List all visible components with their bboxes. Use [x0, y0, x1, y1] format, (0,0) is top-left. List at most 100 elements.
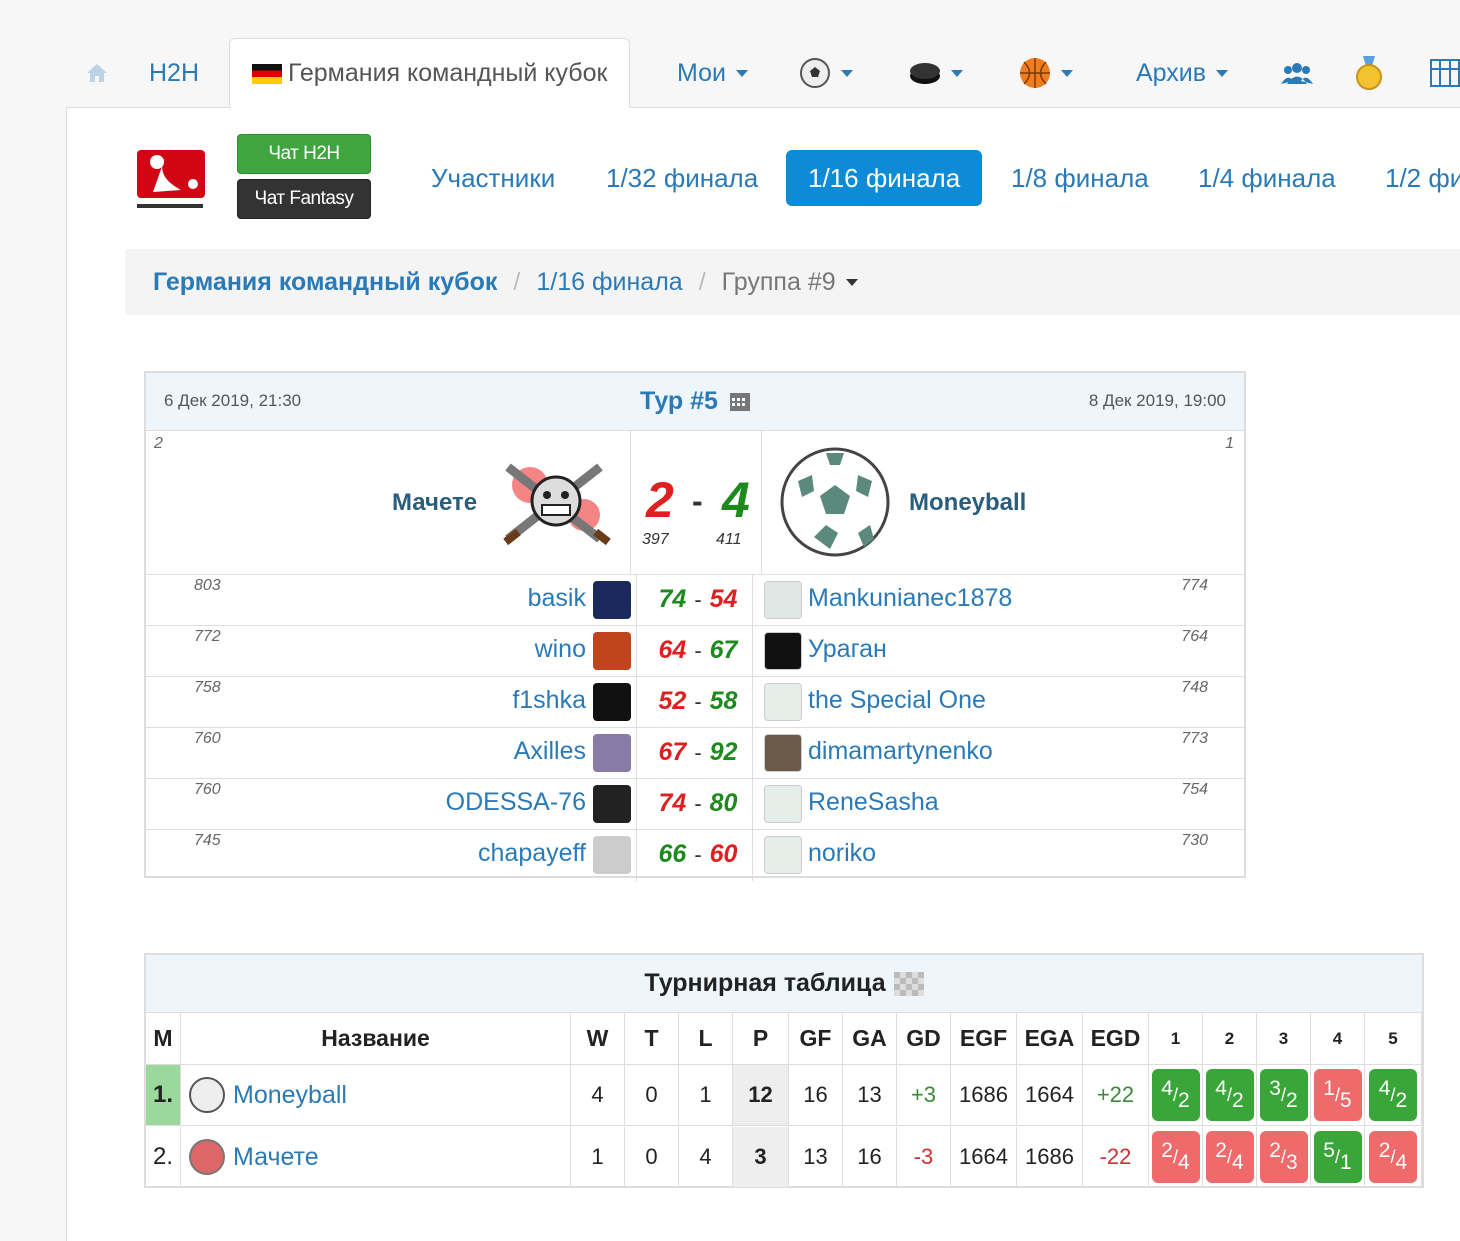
divider: [630, 431, 631, 574]
tab-round-8[interactable]: 1/8 финала: [1011, 150, 1149, 206]
player-right-avatar: [764, 785, 802, 823]
player-right-name[interactable]: Ураган: [808, 635, 887, 664]
tab-participants[interactable]: Участники: [431, 150, 555, 206]
player-right-name[interactable]: the Special One: [808, 686, 986, 715]
medal-icon[interactable]: [1356, 38, 1382, 108]
team-cell: Мачете: [181, 1127, 571, 1188]
divider: [752, 779, 753, 830]
soccer-ball-icon: [800, 58, 830, 88]
result-badge[interactable]: 3/2: [1259, 1069, 1308, 1121]
player-left-score: 52: [658, 687, 687, 715]
team-name-link[interactable]: Moneyball: [233, 1081, 347, 1110]
player-right-avatar: [764, 683, 802, 721]
match-header: 6 Дек 2019, 21:30 Тур #5 8 Дек 2019, 19:…: [146, 373, 1244, 431]
chat-h2h-button[interactable]: Чат H2H: [237, 134, 371, 174]
player-right-name[interactable]: Mankunianec1878: [808, 584, 1012, 613]
nav-moi[interactable]: Мои: [677, 38, 748, 108]
standings-cell-egf: 1664: [951, 1127, 1017, 1188]
matchup-score: 66-60: [646, 840, 750, 869]
result-badge[interactable]: 2/3: [1259, 1131, 1308, 1183]
group-dropdown[interactable]: Группа #9: [722, 268, 858, 297]
divider: [752, 677, 753, 728]
chevron-down-icon: [951, 69, 963, 77]
tab-semifinal[interactable]: 1/2 фи: [1385, 150, 1460, 206]
team-right-position: 1: [1225, 435, 1234, 452]
result-badge[interactable]: 5/1: [1313, 1131, 1362, 1183]
standings-cell-ga: 13: [843, 1065, 897, 1126]
chat-fantasy-button[interactable]: Чат Fantasy: [237, 179, 371, 219]
standings-cell-l: 1: [679, 1065, 733, 1126]
player-right-score: 60: [709, 840, 738, 868]
chevron-down-icon: [1216, 69, 1229, 77]
standings-cell-ga: 16: [843, 1127, 897, 1188]
player-left-name[interactable]: chapayeff: [478, 839, 586, 868]
player-left-name[interactable]: Axilles: [514, 737, 586, 766]
nav-archive[interactable]: Архив: [1136, 38, 1229, 108]
player-left-name[interactable]: wino: [535, 635, 586, 664]
result-cell: 1/5: [1311, 1065, 1365, 1126]
team-name-link[interactable]: Мачете: [233, 1143, 319, 1172]
player-right-name[interactable]: dimamartynenko: [808, 737, 993, 766]
machete-logo: [189, 1139, 225, 1175]
team-left-position: 2: [154, 435, 163, 452]
matchup-score: 52-58: [646, 687, 750, 716]
tour-label: Тур #5: [640, 387, 718, 415]
player-right-avatar: [764, 836, 802, 874]
tab-quarterfinal[interactable]: 1/4 финала: [1198, 150, 1336, 206]
result-badge[interactable]: 2/4: [1151, 1131, 1200, 1183]
matchup-row: 760 ODESSA-76 74-80 ReneSasha 754: [146, 778, 1244, 830]
result-badge[interactable]: 2/4: [1205, 1131, 1254, 1183]
player-left-score: 74: [658, 789, 687, 817]
bundesliga-logo: [135, 148, 209, 212]
tab-germany-cup[interactable]: Германия командный кубок: [229, 38, 631, 109]
match-card: 6 Дек 2019, 21:30 Тур #5 8 Дек 2019, 19:…: [144, 371, 1246, 881]
scoreboard-icon[interactable]: [1430, 38, 1460, 108]
result-badge[interactable]: 4/2: [1205, 1069, 1254, 1121]
player-right-name[interactable]: ReneSasha: [808, 788, 939, 817]
breadcrumb-cup[interactable]: Германия командный кубок: [153, 268, 497, 297]
player-left-avatar: [593, 734, 631, 772]
player-left-name[interactable]: ODESSA-76: [446, 788, 586, 817]
score-dash: -: [694, 791, 702, 816]
breadcrumb-stage[interactable]: 1/16 финала: [536, 268, 682, 297]
column-header: 1: [1149, 1013, 1203, 1065]
users-icon[interactable]: [1281, 38, 1313, 108]
player-left-rating: 760: [194, 730, 221, 747]
player-left-name[interactable]: f1shka: [512, 686, 586, 715]
column-header: T: [625, 1013, 679, 1065]
nav-hockey[interactable]: [909, 38, 963, 108]
tour-link[interactable]: Тур #5: [640, 387, 751, 416]
nav-soccer[interactable]: [799, 38, 853, 108]
matchup-score: 67-92: [646, 738, 750, 767]
tab-round-32[interactable]: 1/32 финала: [606, 150, 758, 206]
nav-h2h[interactable]: H2H: [149, 38, 199, 108]
result-badge[interactable]: 4/2: [1151, 1069, 1200, 1121]
column-header: 3: [1257, 1013, 1311, 1065]
player-left-score: 74: [658, 585, 687, 613]
standings-cell-t: 0: [625, 1065, 679, 1126]
player-right-name[interactable]: noriko: [808, 839, 876, 868]
player-left-name[interactable]: basik: [528, 584, 586, 613]
team-right-name[interactable]: Moneyball: [909, 489, 1026, 517]
score-dash: -: [694, 842, 702, 867]
standings-cell-egd: +22: [1083, 1065, 1149, 1126]
result-for: 1: [1323, 1077, 1335, 1100]
tab-round-16[interactable]: 1/16 финала: [786, 150, 983, 206]
standings-cell-ega: 1686: [1017, 1127, 1083, 1188]
result-cell: 2/4: [1203, 1127, 1257, 1188]
result-badge[interactable]: 4/2: [1369, 1069, 1417, 1121]
player-left-avatar: [593, 785, 631, 823]
team-cell: Moneyball: [181, 1065, 571, 1126]
result-against: 3: [1286, 1151, 1298, 1174]
player-right-score: 54: [709, 585, 738, 613]
column-header: EGA: [1017, 1013, 1083, 1065]
nav-basketball[interactable]: [1019, 38, 1073, 108]
column-header: EGD: [1083, 1013, 1149, 1065]
divider: [752, 728, 753, 779]
result-badge[interactable]: 2/4: [1369, 1131, 1417, 1183]
team-left-name[interactable]: Мачете: [392, 489, 477, 517]
home-icon[interactable]: [86, 38, 108, 108]
player-right-score: 92: [709, 738, 738, 766]
result-badge[interactable]: 1/5: [1313, 1069, 1362, 1121]
moneyball-logo: [778, 445, 892, 559]
